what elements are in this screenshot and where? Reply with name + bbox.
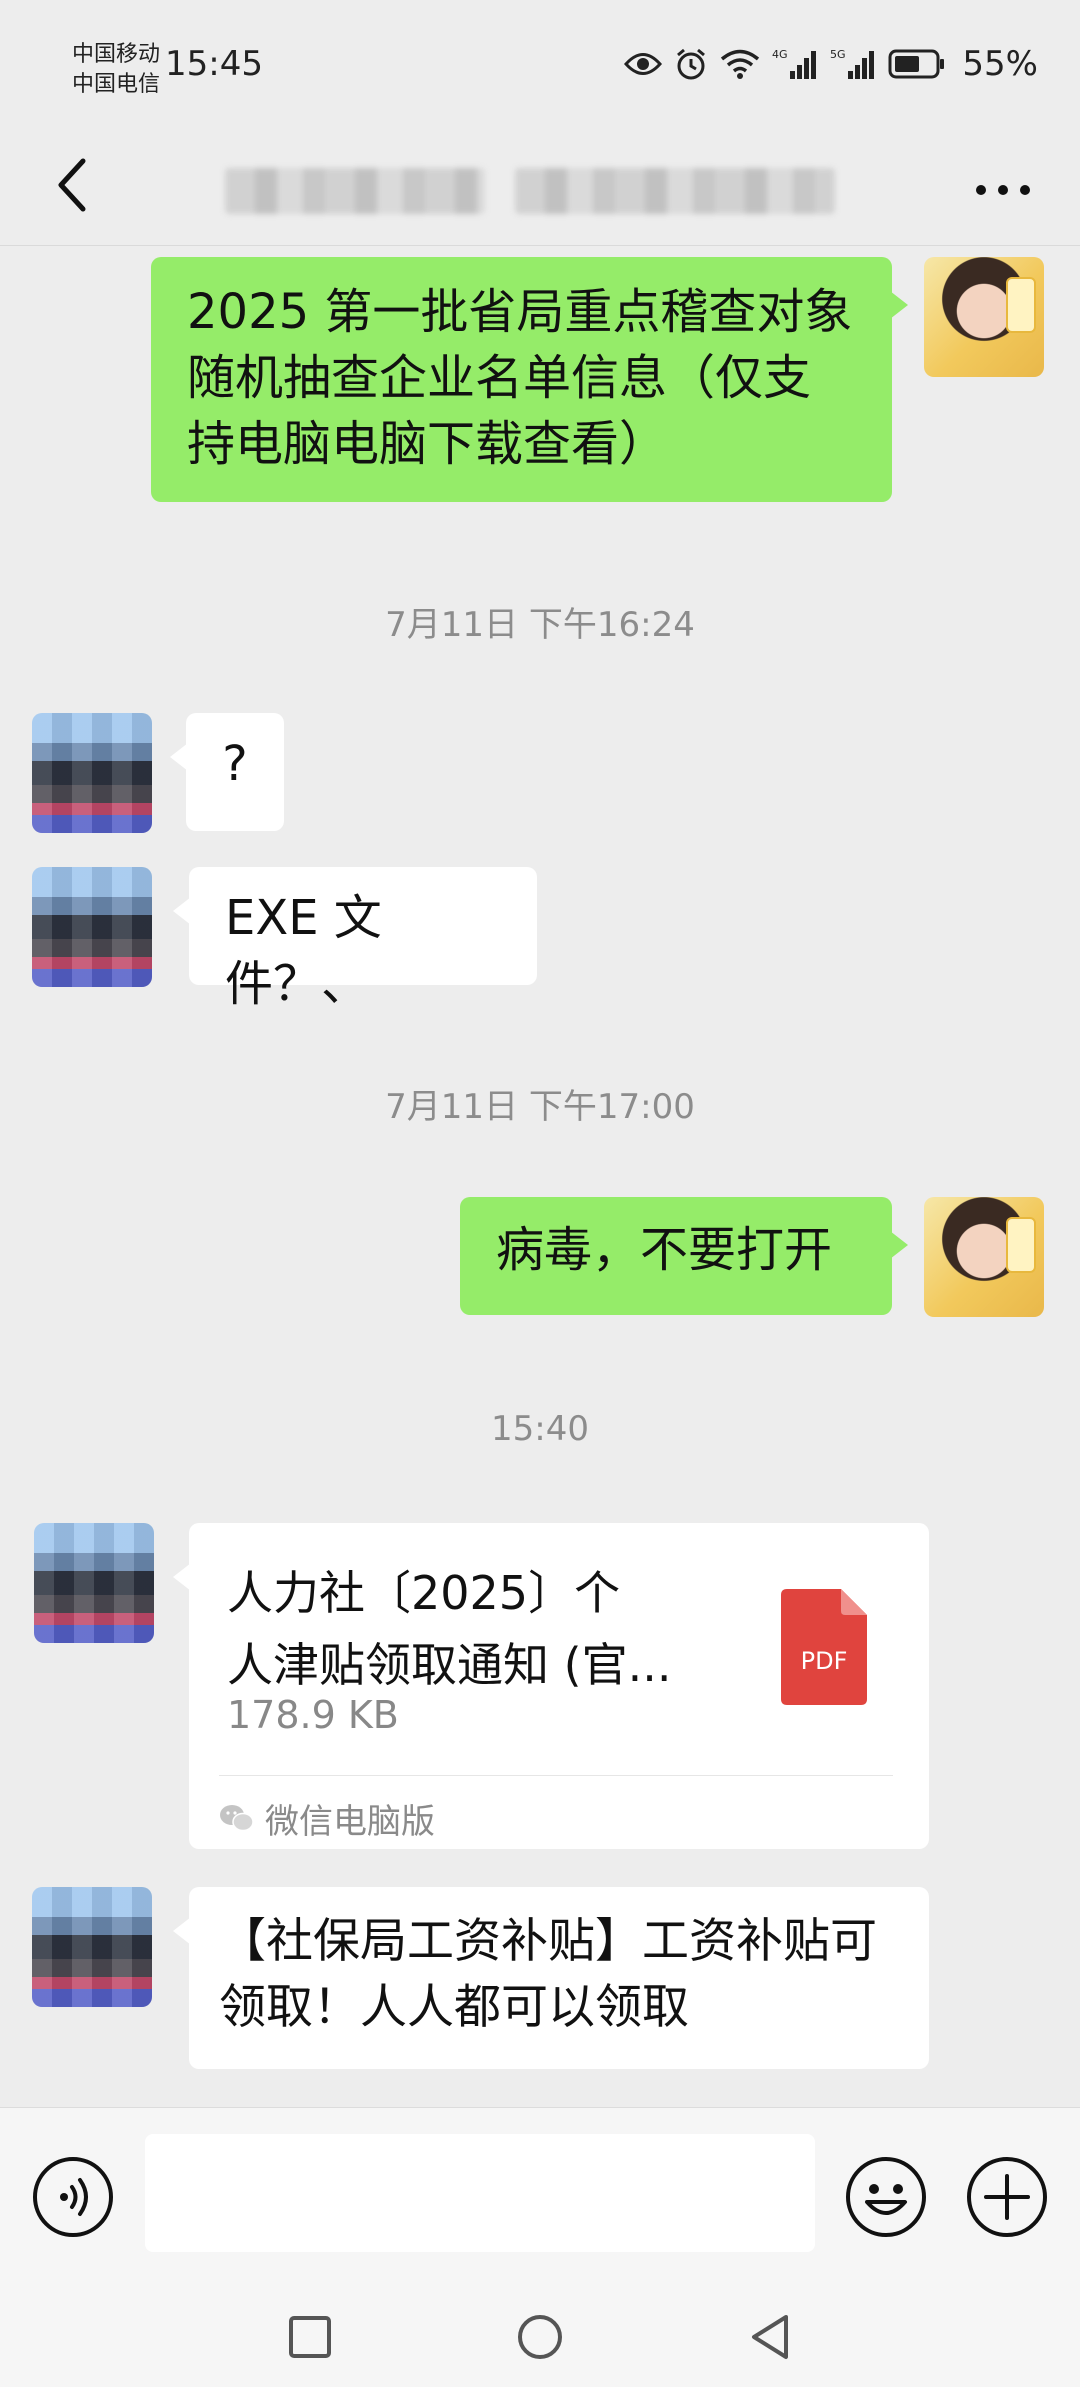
avatar-self[interactable] — [924, 1197, 1044, 1317]
file-size: 178.9 KB — [227, 1693, 399, 1737]
message-input[interactable] — [145, 2134, 815, 2252]
message-bubble-self[interactable]: 病毒，不要打开 — [460, 1197, 908, 1315]
svg-text:4G: 4G — [772, 48, 788, 61]
signal-5g-icon: 5G — [830, 46, 876, 82]
wifi-icon — [720, 46, 760, 82]
more-functions-button[interactable] — [966, 2156, 1048, 2238]
chat-header — [0, 130, 1080, 246]
message-text: 病毒，不要打开 — [496, 1222, 833, 1278]
file-type-label: PDF — [801, 1647, 848, 1675]
recent-apps-icon — [289, 2316, 331, 2358]
message-bubble-other[interactable]: 【社保局工资补贴】工资补贴可领取！人人都可以领取 — [173, 1887, 929, 2069]
wechat-icon — [220, 1805, 254, 1832]
message-bubble-other[interactable]: ? — [170, 713, 284, 831]
timestamp: 7月11日 下午16:24 — [385, 605, 695, 645]
voice-icon — [33, 2157, 113, 2237]
chat-screen: 中国移动 中国电信 15:45 4G 5G 55% 2025 第一批省局重点稽查… — [0, 0, 1080, 2387]
recent-apps-button[interactable] — [280, 2307, 340, 2367]
voice-button[interactable] — [32, 2156, 114, 2238]
system-back-button[interactable] — [740, 2307, 800, 2367]
emoji-button[interactable] — [845, 2156, 927, 2238]
chat-title-blurred — [225, 160, 845, 215]
more-dots-icon — [976, 185, 1030, 195]
avatar-self[interactable] — [924, 257, 1044, 377]
svg-text:5G: 5G — [830, 48, 846, 61]
timestamp: 7月11日 下午17:00 — [385, 1087, 695, 1127]
file-name-line-2: 人津贴领取通知 (官... — [227, 1638, 672, 1692]
battery-percent: 55% — [962, 44, 1038, 84]
message-text: 【社保局工资补贴】工资补贴可领取！人人都可以领取 — [219, 1914, 877, 2035]
file-message-card[interactable]: 人力社〔2025〕个 人津贴领取通知 (官... 178.9 KB PDF 微信… — [173, 1523, 929, 1849]
status-icons: 4G 5G 55% — [624, 44, 1038, 84]
avatar-contact[interactable] — [32, 713, 152, 833]
home-button[interactable] — [510, 2307, 570, 2367]
carrier-2: 中国电信 — [72, 72, 161, 97]
message-text: EXE 文件？、 — [225, 890, 382, 1012]
emoji-icon — [846, 2157, 926, 2237]
message-text: 2025 第一批省局重点稽查对象随机抽查企业名单信息（仅支持电脑电脑下载查看） — [187, 284, 853, 472]
message-bubble-other[interactable]: EXE 文件？、 — [173, 867, 537, 1012]
avatar-contact[interactable] — [34, 1523, 154, 1643]
plus-icon — [967, 2157, 1047, 2237]
file-name-line-1: 人力社〔2025〕个 — [227, 1566, 621, 1620]
divider — [219, 1775, 893, 1776]
file-source-label: 微信电脑版 — [265, 1801, 435, 1842]
message-list[interactable]: 2025 第一批省局重点稽查对象随机抽查企业名单信息（仅支持电脑电脑下载查看） … — [0, 247, 1080, 2107]
message-text: ? — [222, 736, 248, 792]
battery-icon — [888, 46, 946, 82]
alarm-icon — [674, 46, 708, 82]
message-bubble-self[interactable]: 2025 第一批省局重点稽查对象随机抽查企业名单信息（仅支持电脑电脑下载查看） — [151, 257, 908, 502]
avatar-contact[interactable] — [32, 867, 152, 987]
status-bar: 中国移动 中国电信 15:45 4G 5G 55% — [0, 0, 1080, 130]
pdf-file-icon: PDF — [781, 1589, 867, 1705]
input-bar — [0, 2107, 1080, 2277]
back-icon — [752, 2315, 788, 2359]
chevron-left-icon — [58, 158, 86, 212]
carrier-1: 中国移动 — [72, 42, 161, 67]
system-navigation-bar — [0, 2277, 1080, 2387]
avatar-contact[interactable] — [32, 1887, 152, 2007]
signal-4g-icon: 4G — [772, 46, 818, 82]
more-button[interactable] — [968, 160, 1038, 220]
carrier-info: 中国移动 中国电信 — [72, 40, 160, 100]
home-icon — [518, 2315, 562, 2359]
file-name: 人力社〔2025〕个 人津贴领取通知 (官... — [227, 1557, 727, 1701]
status-time: 15:45 — [165, 44, 263, 84]
back-button[interactable] — [42, 150, 102, 220]
eye-icon — [624, 46, 663, 82]
file-source: 微信电脑版 — [219, 1793, 435, 1843]
timestamp: 15:40 — [491, 1409, 589, 1449]
